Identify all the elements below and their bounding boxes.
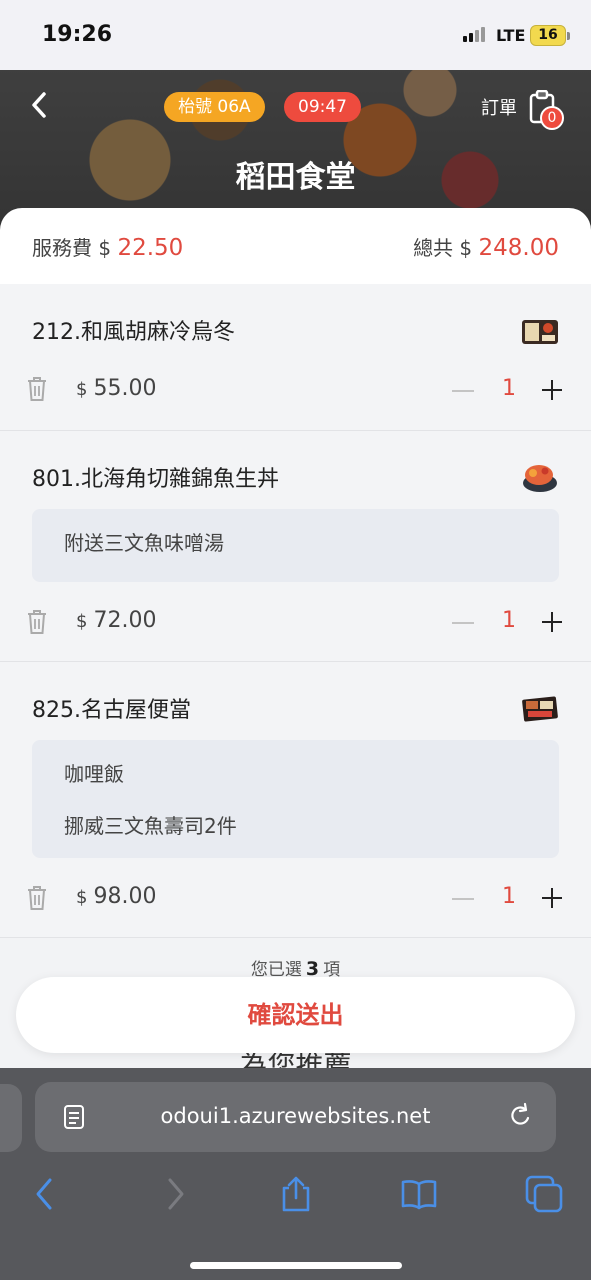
url-text: odoui1.azurewebsites.net: [160, 1104, 431, 1128]
order-total: 總共 $ 248.00: [413, 232, 559, 261]
home-indicator[interactable]: [190, 1262, 402, 1269]
network-type: LTE: [496, 26, 526, 45]
item-price: $72.00: [76, 608, 156, 633]
trash-icon[interactable]: [26, 609, 48, 635]
item-name: 825.名古屋便當: [32, 698, 191, 723]
battery-cap: [567, 32, 570, 40]
item-quantity: 1: [502, 884, 516, 909]
item-price-value: 55.00: [93, 376, 157, 401]
browser-forward-icon[interactable]: [154, 1174, 194, 1214]
item-price-value: 98.00: [93, 884, 157, 909]
order-total-label: 總共 $: [413, 236, 473, 260]
trash-icon[interactable]: [26, 885, 48, 911]
currency-symbol: $: [76, 887, 88, 908]
order-count-badge: 0: [540, 106, 564, 130]
timer-chip: 09:47: [284, 92, 361, 122]
clock: 19:26: [42, 22, 113, 47]
item-price: $98.00: [76, 884, 156, 909]
decrease-quantity-button[interactable]: [452, 390, 474, 392]
service-fee-label: 服務費 $: [32, 236, 112, 260]
service-fee: 服務費 $ 22.50: [32, 232, 183, 261]
restaurant-name: 稻田食堂: [235, 160, 356, 195]
service-fee-value: 22.50: [117, 235, 184, 261]
increase-quantity-button[interactable]: [542, 612, 562, 632]
order-summary: 服務費 $ 22.50 總共 $ 248.00: [0, 208, 591, 284]
food-thumbnail: [522, 320, 558, 344]
cart-item: 801.北海角切雜錦魚生丼 附送三文魚味噌湯 $72.00 1: [0, 431, 591, 662]
browser-toolbar: odoui1.azurewebsites.net: [0, 1068, 591, 1280]
item-name: 212.和風胡麻冷烏冬: [32, 320, 235, 345]
item-name: 801.北海角切雜錦魚生丼: [32, 467, 279, 492]
food-thumbnail: [522, 696, 558, 722]
order-label[interactable]: 訂單: [481, 94, 517, 120]
currency-symbol: $: [76, 611, 88, 632]
share-icon[interactable]: [276, 1174, 316, 1214]
reload-icon[interactable]: [506, 1102, 534, 1132]
status-bar: 19:26 LTE 16: [0, 0, 591, 70]
bookmarks-icon[interactable]: [399, 1174, 439, 1214]
cart-item: 825.名古屋便當 咖哩飯 挪威三文魚壽司2件 $98.00 1: [0, 662, 591, 938]
back-chevron-icon[interactable]: [26, 88, 54, 122]
signal-icon: [463, 27, 485, 42]
item-quantity: 1: [502, 376, 516, 401]
browser-back-icon[interactable]: [26, 1174, 66, 1214]
item-price-value: 72.00: [93, 608, 157, 633]
currency-symbol: $: [76, 379, 88, 400]
food-thumbnail: [523, 465, 557, 492]
item-option: 挪威三文魚壽司2件: [64, 814, 237, 838]
previous-tab[interactable]: [0, 1084, 22, 1152]
decrease-quantity-button[interactable]: [452, 622, 474, 624]
increase-quantity-button[interactable]: [542, 888, 562, 908]
tabs-icon[interactable]: [524, 1174, 564, 1214]
cart-item: 212.和風胡麻冷烏冬 $55.00 1: [0, 284, 591, 431]
item-quantity: 1: [502, 608, 516, 633]
increase-quantity-button[interactable]: [542, 380, 562, 400]
trash-icon[interactable]: [26, 376, 48, 402]
item-option: 附送三文魚味噌湯: [64, 531, 224, 555]
item-options: 咖哩飯 挪威三文魚壽司2件: [32, 740, 559, 858]
item-options: 附送三文魚味噌湯: [32, 509, 559, 582]
confirm-submit-button[interactable]: 確認送出: [16, 977, 575, 1053]
order-total-value: 248.00: [478, 235, 559, 261]
address-bar[interactable]: odoui1.azurewebsites.net: [35, 1082, 556, 1152]
item-price: $55.00: [76, 376, 156, 401]
restaurant-banner: 枱號 06A 09:47 訂單 0 稻田食堂: [0, 70, 591, 230]
battery-icon: 16: [530, 25, 566, 46]
decrease-quantity-button[interactable]: [452, 898, 474, 900]
table-number-chip: 枱號 06A: [164, 92, 265, 122]
item-option: 咖哩飯: [64, 762, 124, 786]
